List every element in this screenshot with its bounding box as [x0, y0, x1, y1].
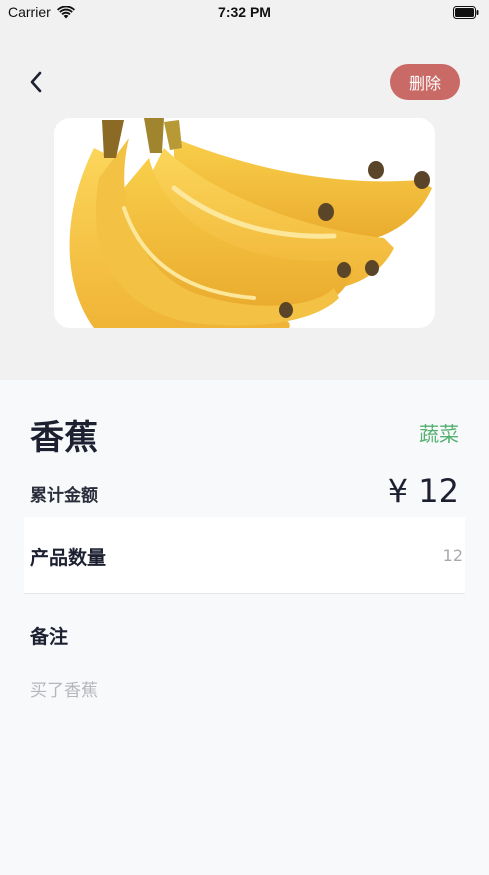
quantity-value[interactable]: 12	[443, 546, 463, 565]
note-value[interactable]: 买了香蕉	[30, 676, 98, 701]
product-photo	[54, 118, 435, 328]
back-button[interactable]	[20, 66, 52, 98]
status-bar: Carrier 7:32 PM	[0, 0, 489, 26]
product-name: 香蕉	[30, 418, 98, 458]
status-time: 7:32 PM	[218, 4, 271, 20]
amount-value: ¥ 12	[387, 472, 459, 510]
header-area: Carrier 7:32 PM 删除	[0, 0, 489, 380]
note-label: 备注	[30, 626, 69, 648]
delete-button[interactable]: 删除	[390, 64, 460, 100]
amount-label: 累计金额	[30, 486, 98, 506]
quantity-label: 产品数量	[30, 547, 107, 569]
battery-icon	[453, 6, 479, 19]
chevron-left-icon	[30, 71, 42, 93]
product-category: 蔬菜	[419, 422, 459, 446]
quantity-row[interactable]: 产品数量 12	[24, 517, 465, 594]
banana-image	[69, 118, 432, 328]
